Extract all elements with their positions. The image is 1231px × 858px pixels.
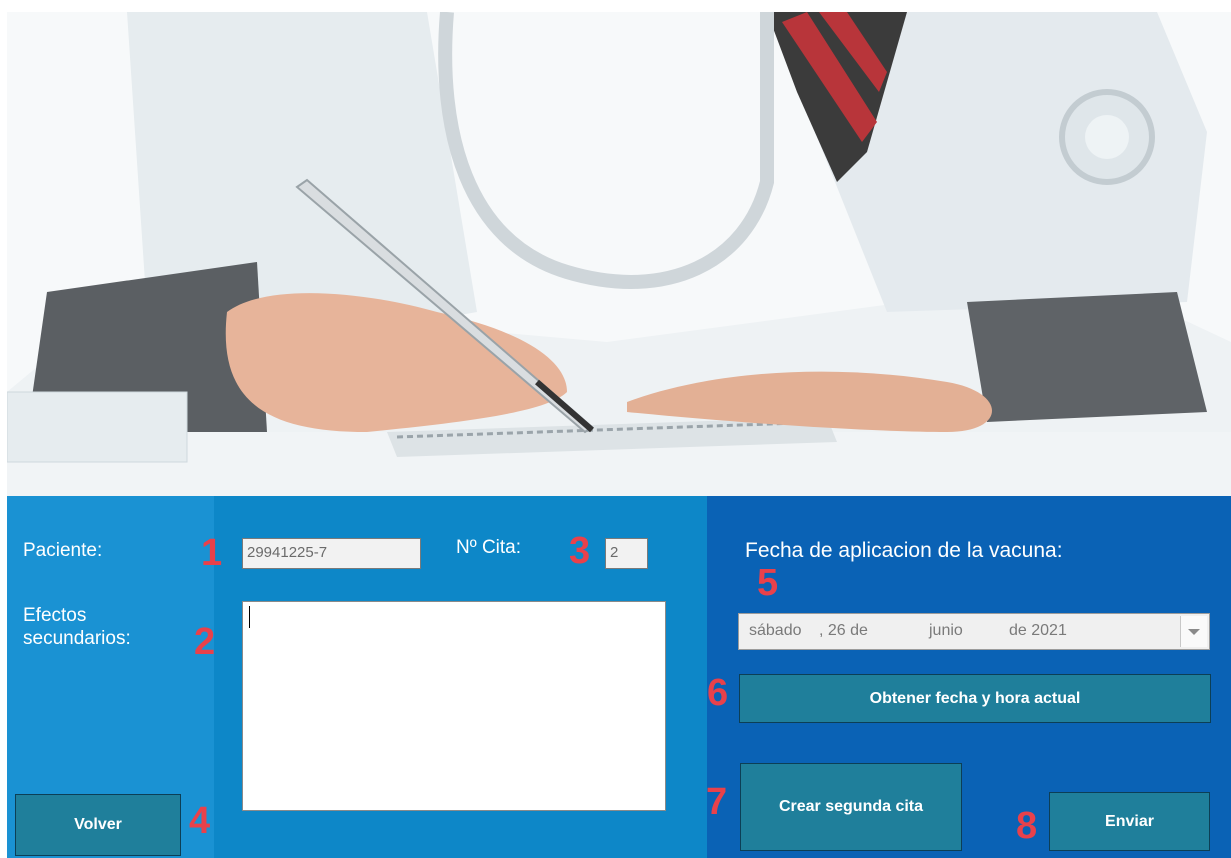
efectos-label: Efectos secundarios: (23, 605, 131, 649)
cita-field[interactable]: 2 (605, 538, 648, 569)
fecha-weekday: sábado (749, 622, 802, 639)
fecha-datepicker[interactable]: sábado , 26 de junio de 2021 (738, 613, 1210, 650)
fecha-label: Fecha de aplicacion de la vacuna: (745, 539, 1063, 562)
paciente-label: Paciente: (23, 540, 103, 561)
crear-segunda-cita-button[interactable]: Crear segunda cita (740, 763, 962, 851)
fecha-day: , 26 de (819, 622, 868, 639)
volver-button[interactable]: Volver (15, 794, 181, 856)
marker-4: 4 (189, 800, 211, 842)
obtener-fecha-button[interactable]: Obtener fecha y hora actual (739, 674, 1211, 723)
marker-8: 8 (1016, 805, 1038, 847)
marker-1: 1 (201, 532, 223, 574)
marker-3: 3 (569, 530, 591, 572)
marker-5: 5 (757, 562, 779, 604)
header-photo (7, 12, 1231, 496)
doctor-writing-illustration (7, 12, 1231, 496)
cita-label: Nº Cita: (456, 537, 522, 558)
marker-7: 7 (706, 781, 728, 823)
fecha-dropdown-button[interactable] (1180, 616, 1207, 647)
marker-6: 6 (707, 672, 729, 714)
text-caret (249, 606, 250, 628)
marker-2: 2 (194, 621, 216, 663)
paciente-field[interactable]: 29941225-7 (242, 538, 421, 569)
efectos-textarea[interactable] (242, 601, 666, 811)
enviar-button[interactable]: Enviar (1049, 792, 1210, 851)
chevron-down-icon (1188, 628, 1200, 635)
fecha-year: de 2021 (1009, 622, 1067, 639)
fecha-month: junio (929, 622, 963, 639)
